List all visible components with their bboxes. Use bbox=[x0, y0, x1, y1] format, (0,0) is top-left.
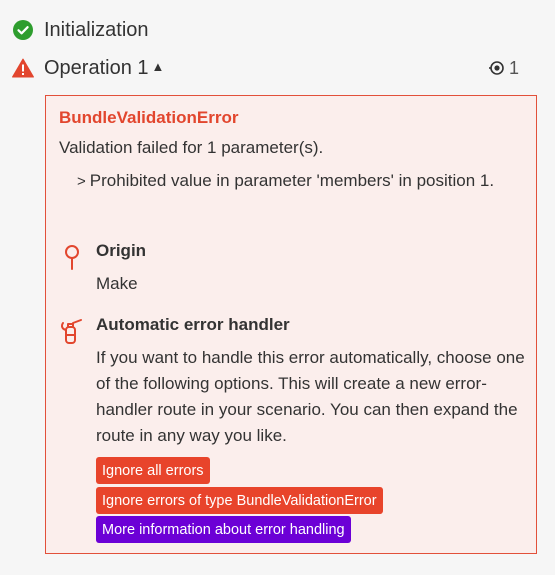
error-panel: BundleValidationError Validation failed … bbox=[45, 95, 537, 554]
error-handler-section: Automatic error handler If you want to h… bbox=[59, 315, 529, 545]
origin-section: Origin Make bbox=[59, 241, 529, 301]
error-message: Validation failed for 1 parameter(s). bbox=[59, 138, 324, 157]
step-initialization[interactable]: Initialization bbox=[12, 15, 519, 45]
error-detail-text: Prohibited value in parameter 'members' … bbox=[89, 171, 495, 190]
ignore-all-errors-button[interactable]: Ignore all errors bbox=[96, 457, 210, 484]
warning-triangle-icon bbox=[12, 57, 34, 79]
operations-eye-icon bbox=[488, 61, 504, 75]
more-info-error-handling-button[interactable]: More information about error handling bbox=[96, 516, 351, 543]
operations-count[interactable]: 1 bbox=[488, 53, 519, 83]
chevron-right-icon: > bbox=[77, 173, 86, 190]
step-label: Initialization bbox=[44, 18, 149, 41]
error-handler-title: Automatic error handler bbox=[96, 315, 290, 334]
step-label: Operation 1 bbox=[44, 56, 149, 79]
origin-title: Origin bbox=[96, 241, 147, 260]
origin-value: Make bbox=[96, 274, 138, 293]
operations-count-value: 1 bbox=[508, 57, 519, 78]
fire-extinguisher-icon bbox=[59, 317, 87, 345]
error-handler-description: If you want to handle this error automat… bbox=[96, 348, 525, 445]
collapse-caret-icon[interactable]: ▲ bbox=[152, 59, 165, 74]
error-title: BundleValidationError bbox=[59, 108, 239, 127]
check-circle-icon bbox=[12, 19, 34, 41]
error-detail-item[interactable]: > Prohibited value in parameter 'members'… bbox=[59, 167, 529, 195]
pin-icon bbox=[59, 243, 87, 271]
step-operation-1[interactable]: Operation 1 ▲ 1 bbox=[12, 53, 519, 83]
ignore-errors-of-type-button[interactable]: Ignore errors of type BundleValidationEr… bbox=[96, 487, 383, 514]
